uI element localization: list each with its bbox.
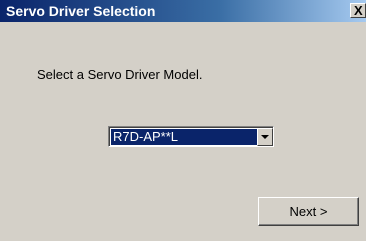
window-title: Servo Driver Selection bbox=[6, 3, 156, 19]
title-bar[interactable]: Servo Driver Selection X bbox=[0, 0, 366, 22]
dropdown-frame: R7D-AP**L bbox=[109, 127, 273, 146]
dialog-window: Servo Driver Selection X Select a Servo … bbox=[0, 0, 366, 241]
close-button[interactable]: X bbox=[350, 3, 366, 18]
servo-model-dropdown[interactable]: R7D-AP**L bbox=[108, 126, 274, 147]
chevron-down-icon[interactable] bbox=[257, 128, 273, 146]
close-icon: X bbox=[354, 3, 363, 18]
next-button-label: Next > bbox=[289, 204, 328, 219]
next-button[interactable]: Next > bbox=[258, 197, 359, 226]
dropdown-selected-value[interactable]: R7D-AP**L bbox=[111, 129, 257, 145]
prompt-label: Select a Servo Driver Model. bbox=[37, 67, 203, 82]
